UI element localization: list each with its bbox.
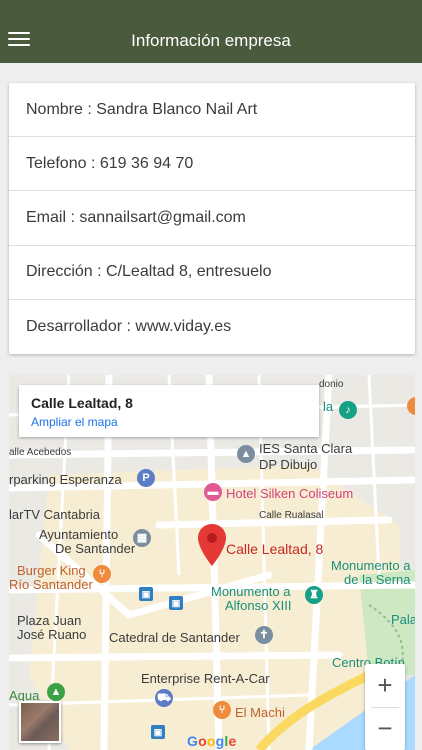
- google-logo: Google: [187, 733, 236, 749]
- page-title: Información empresa: [131, 31, 291, 50]
- school-poi-icon[interactable]: ▲: [237, 445, 255, 463]
- google-letter: G: [187, 733, 199, 749]
- google-letter: e: [228, 733, 237, 749]
- map-label-ies-santa-clara: IES Santa Clara: [259, 441, 353, 456]
- info-value: C/Lealtad 8, entresuelo: [106, 263, 272, 281]
- map-label-monumento-serna-1: Monumento a: [331, 558, 411, 573]
- monument-poi-icon[interactable]: ♜: [305, 586, 323, 604]
- map-label-burger-king: Burger King: [17, 563, 86, 578]
- map-label-monumento-alfonso-2: Alfonso XIII: [225, 598, 292, 613]
- marker-label: Calle Lealtad, 8: [226, 541, 324, 557]
- location-marker-icon[interactable]: [197, 523, 227, 567]
- map-label-calle-rualasal: Calle Rualasal: [259, 510, 324, 521]
- info-separator: :: [82, 100, 97, 118]
- map-label-dp-dibujo: DP Dibujo: [259, 457, 318, 472]
- map-label-monumento-alfonso-1: Monumento a: [211, 584, 291, 599]
- info-separator: :: [66, 208, 80, 226]
- music-poi-icon[interactable]: ♪: [339, 401, 357, 419]
- google-letter: o: [206, 733, 216, 749]
- map-info-card: Calle Lealtad, 8 Ampliar el mapa: [19, 385, 319, 437]
- satellite-view-thumbnail[interactable]: [19, 701, 61, 743]
- info-separator: :: [122, 317, 136, 335]
- info-label: Desarrollador: [26, 317, 123, 335]
- parking-poi-icon[interactable]: P: [137, 469, 155, 487]
- map-label-acebedos: alle Acebedos: [9, 447, 72, 458]
- info-value: sannailsart@gmail.com: [79, 208, 246, 226]
- zoom-in-button[interactable]: +: [365, 664, 405, 707]
- company-info-card: Nombre : Sandra Blanco Nail Art Telefono…: [9, 83, 415, 354]
- map-label-la: la: [323, 399, 334, 414]
- map-label-el-machi: El Machi: [235, 705, 285, 720]
- info-value: www.viday.es: [135, 317, 232, 335]
- map-label-hotel-silken: Hotel Silken Coliseum: [226, 486, 354, 501]
- app-header: Información empresa: [0, 0, 422, 63]
- map-label-lartv: larTV Cantabria: [9, 507, 101, 522]
- zoom-out-button[interactable]: −: [365, 707, 405, 750]
- zoom-divider: [371, 707, 399, 708]
- map-label-ayuntamiento-2: De Santander: [55, 541, 136, 556]
- info-value: Sandra Blanco Nail Art: [96, 100, 258, 118]
- info-separator: :: [92, 263, 107, 281]
- info-row-direccion: Dirección : C/Lealtad 8, entresuelo: [9, 246, 415, 300]
- map-label-pala: Pala: [391, 612, 415, 627]
- info-row-email[interactable]: Email : sannailsart@gmail.com: [9, 191, 415, 246]
- enlarge-map-link[interactable]: Ampliar el mapa: [31, 415, 118, 429]
- townhall-poi-icon[interactable]: ▦: [133, 529, 151, 547]
- map-view[interactable]: donio la ♪ alle Acebedos ▲ IES Santa Cla…: [9, 375, 415, 750]
- restaurant-poi-icon[interactable]: ⑂: [213, 701, 231, 719]
- google-letter: o: [198, 733, 207, 749]
- info-label: Dirección: [26, 263, 93, 281]
- info-row-desarrollador[interactable]: Desarrollador : www.viday.es: [9, 300, 415, 354]
- park-poi-icon[interactable]: ▲: [47, 683, 65, 701]
- info-label: Telefono: [26, 154, 87, 172]
- info-label: Email: [26, 208, 67, 226]
- info-row-telefono[interactable]: Telefono : 619 36 94 70: [9, 137, 415, 192]
- map-label-donio: donio: [319, 379, 344, 390]
- map-label-monumento-serna-2: de la Serna: [344, 572, 411, 587]
- bus-stop-icon[interactable]: ▣: [169, 596, 183, 610]
- map-label-enterprise: Enterprise Rent-A-Car: [141, 671, 270, 686]
- map-label-parking-esperanza: rparking Esperanza: [9, 472, 122, 487]
- church-poi-icon[interactable]: ✝: [255, 626, 273, 644]
- info-label: Nombre: [26, 100, 83, 118]
- car-rental-poi-icon[interactable]: ⛟: [155, 689, 173, 707]
- bus-stop-icon[interactable]: ▣: [151, 725, 165, 739]
- hotel-poi-icon[interactable]: ▬: [204, 483, 222, 501]
- map-card-title: Calle Lealtad, 8: [31, 395, 133, 411]
- info-separator: :: [86, 154, 100, 172]
- bus-stop-icon[interactable]: ▣: [139, 587, 153, 601]
- info-value: 619 36 94 70: [99, 154, 194, 172]
- map-label-rio-santander: Río Santander: [9, 577, 93, 592]
- zoom-controls: + −: [365, 664, 405, 750]
- restaurant-poi-icon[interactable]: ⑂: [93, 565, 111, 583]
- map-label-catedral: Catedral de Santander: [109, 630, 240, 645]
- map-label-plaza-juan-2: José Ruano: [17, 627, 87, 642]
- map-label-ayuntamiento-1: Ayuntamiento: [39, 527, 119, 542]
- map-label-plaza-juan-1: Plaza Juan: [17, 613, 82, 628]
- info-row-nombre: Nombre : Sandra Blanco Nail Art: [9, 83, 415, 138]
